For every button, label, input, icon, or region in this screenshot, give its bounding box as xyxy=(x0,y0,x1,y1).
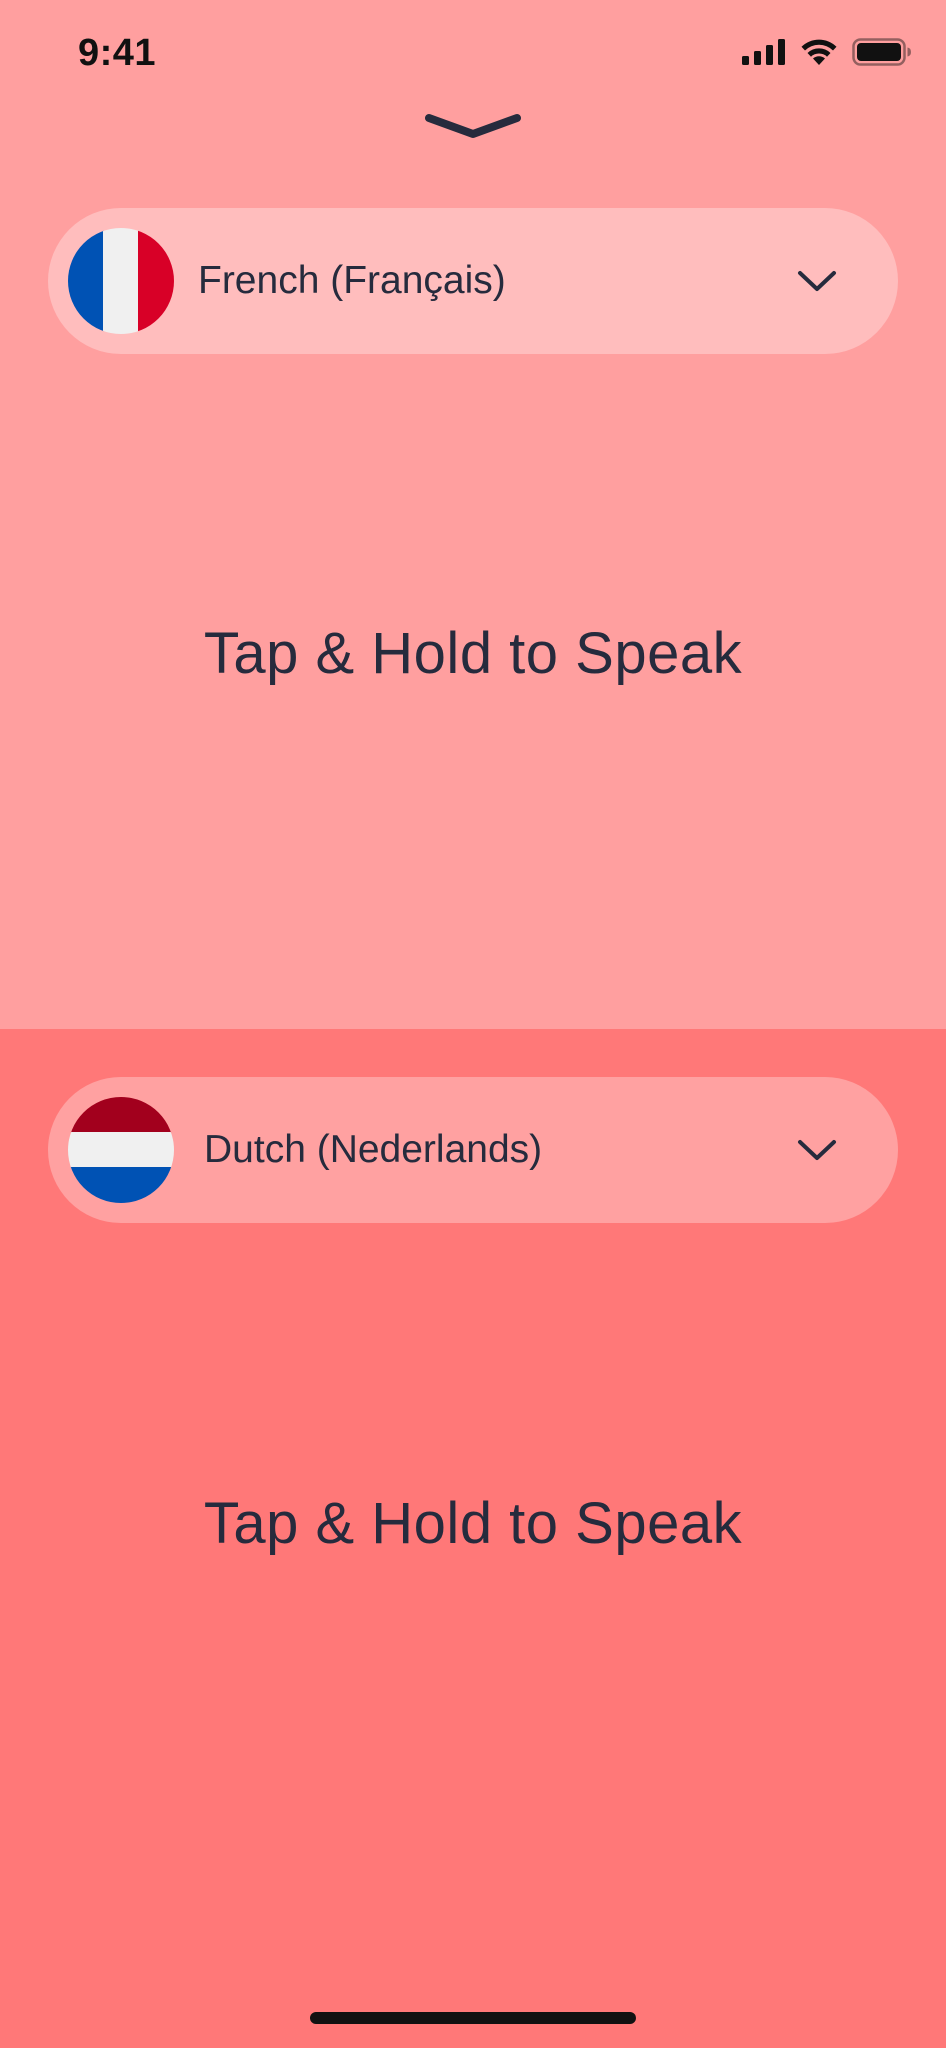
wifi-icon xyxy=(801,39,837,65)
cellular-signal-icon xyxy=(742,39,785,65)
status-bar: 9:41 xyxy=(0,0,946,110)
bottom-language-selector[interactable]: Dutch (Nederlands) xyxy=(48,1077,898,1223)
chevron-down-icon[interactable] xyxy=(796,268,838,294)
top-speaker-panel[interactable] xyxy=(0,0,946,1029)
status-icons xyxy=(742,38,912,66)
chevron-down-icon[interactable] xyxy=(796,1137,838,1163)
home-indicator[interactable] xyxy=(310,2012,636,2024)
netherlands-flag-icon xyxy=(68,1097,174,1203)
status-time: 9:41 xyxy=(78,32,157,74)
top-speak-prompt[interactable]: Tap & Hold to Speak xyxy=(0,620,946,687)
battery-icon xyxy=(852,38,911,66)
top-language-label: French (Français) xyxy=(198,259,506,302)
top-language-selector[interactable]: French (Français) xyxy=(48,208,898,354)
bottom-language-label: Dutch (Nederlands) xyxy=(204,1128,543,1171)
dismiss-chevron-icon[interactable] xyxy=(423,108,523,148)
translator-screen: 9:41 French (Français) Tap & Hold to Spe… xyxy=(0,0,946,2048)
france-flag-icon xyxy=(68,228,174,334)
bottom-speak-prompt[interactable]: Tap & Hold to Speak xyxy=(0,1490,946,1557)
